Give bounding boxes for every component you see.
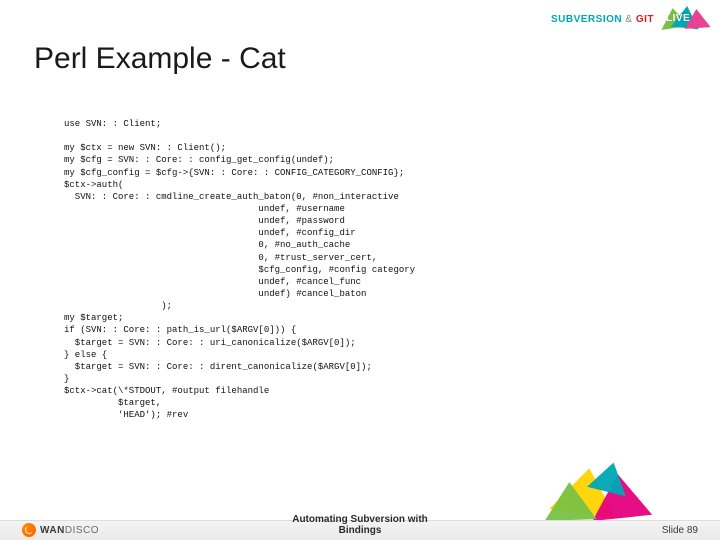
page-title: Perl Example - Cat — [34, 42, 286, 76]
triangle-icon — [587, 458, 633, 497]
brand-git: GIT — [636, 14, 654, 25]
wandisco-rest: DISCO — [65, 525, 99, 536]
footer-caption-line1: Automating Subversion with — [292, 514, 428, 525]
brand-block: SUBVERSION & GIT LIVE — [551, 6, 710, 32]
footer-caption: Automating Subversion with Bindings — [292, 514, 428, 536]
brand-text: SUBVERSION & GIT — [551, 14, 654, 25]
live-badge: LIVE — [660, 6, 710, 32]
footer: WANDISCO Automating Subversion with Bind… — [0, 492, 720, 540]
wandisco-icon — [22, 523, 36, 537]
slide: SUBVERSION & GIT LIVE Perl Example - Cat… — [0, 0, 720, 540]
topbar: SUBVERSION & GIT LIVE — [0, 0, 720, 40]
wandisco-text: WANDISCO — [40, 525, 99, 536]
code-block: use SVN: : Client; my $ctx = new SVN: : … — [64, 118, 680, 422]
live-label: LIVE — [666, 13, 690, 24]
slide-number: Slide 89 — [662, 525, 698, 536]
wandisco-logo: WANDISCO — [22, 523, 99, 537]
brand-ampersand: & — [625, 14, 632, 25]
footer-caption-line2: Bindings — [292, 525, 428, 536]
brand-subversion: SUBVERSION — [551, 14, 622, 25]
wandisco-bold: WAN — [40, 525, 65, 536]
